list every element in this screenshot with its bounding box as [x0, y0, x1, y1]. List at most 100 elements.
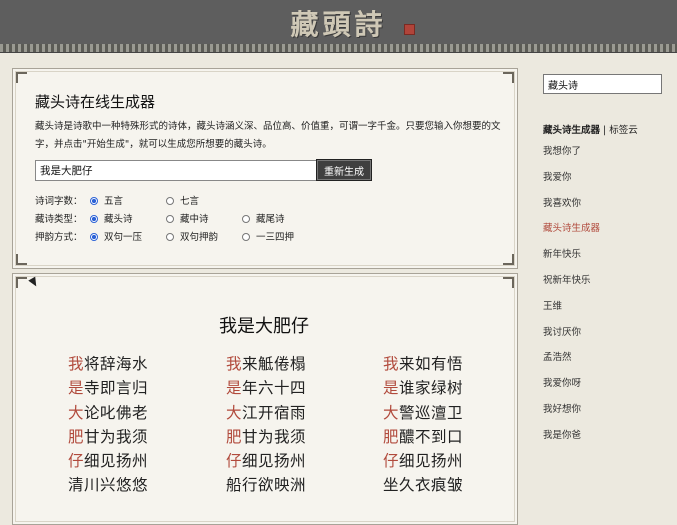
header-border: [0, 44, 677, 53]
radio-icon[interactable]: [90, 233, 98, 241]
poem-head-char: 是: [383, 379, 400, 398]
poem-line: 我来觝倦榻: [226, 352, 306, 376]
poem-head-char: 是: [68, 379, 85, 398]
option-text: 一三四押: [256, 232, 295, 243]
poem-line-text: 细见扬州: [242, 452, 307, 471]
poem-line-text: 甘为我须: [84, 427, 149, 446]
sidebar-heading-main[interactable]: 藏头诗生成器: [543, 125, 600, 136]
poem-head-char: 仔: [68, 452, 85, 471]
poem-line: 大警巡澶卫: [383, 401, 463, 425]
option-radio[interactable]: 藏头诗: [90, 211, 133, 225]
poem-head-char: 我: [68, 355, 85, 373]
option-radio[interactable]: 藏中诗: [166, 211, 209, 225]
poem-line-text: 警巡澶卫: [399, 403, 464, 422]
sidebar-link[interactable]: 我想你了: [543, 143, 581, 157]
option-radio[interactable]: 双句押韵: [166, 229, 218, 243]
poem-line-text: 醲不到口: [399, 427, 464, 446]
poem-line: 船行欲映洲: [226, 473, 306, 497]
poem-line-text: 论叱佛老: [84, 403, 149, 422]
sidebar-heading: 藏头诗生成器 | 标签云: [543, 122, 638, 136]
poem-line-text: 清川兴悠悠: [68, 476, 149, 495]
sidebar-link[interactable]: 孟浩然: [543, 349, 572, 363]
sidebar-link[interactable]: 祝新年快乐: [543, 272, 591, 286]
poem-head-char: 我: [383, 355, 400, 373]
generator-panel: 藏头诗在线生成器 藏头诗是诗歌中一种特殊形式的诗体，藏头诗涵义深、品位高、价值重…: [12, 68, 518, 269]
poem-line: 我将辞海水: [68, 352, 148, 376]
sidebar-heading-tag-cloud[interactable]: 标签云: [609, 125, 638, 136]
poem-line: 清川兴悠悠: [68, 473, 148, 497]
poem-head-char: 仔: [226, 452, 243, 471]
sidebar-link[interactable]: 王维: [543, 298, 562, 312]
poem-line-text: 年六十四: [242, 379, 307, 398]
poem-line: 仔细见扬州: [383, 449, 463, 473]
radio-icon[interactable]: [166, 197, 174, 205]
poem-line-text: 细见扬州: [84, 452, 149, 471]
radio-icon[interactable]: [90, 197, 98, 205]
option-text: 藏尾诗: [256, 214, 285, 225]
sidebar-link[interactable]: 我讨厌你: [543, 324, 581, 338]
option-text: 藏中诗: [180, 214, 209, 225]
option-radio[interactable]: 五言: [90, 193, 123, 207]
poem-column: 我来如有悟 是谁家绿树 大警巡澶卫 肥醲不到口 仔细见扬州 坐久衣痕皱: [383, 352, 463, 498]
radio-icon[interactable]: [90, 215, 98, 223]
radio-icon[interactable]: [166, 233, 174, 241]
poem-line: 大论叱佛老: [68, 401, 148, 425]
poem-head-char: 大: [383, 403, 400, 422]
generator-title: 藏头诗在线生成器: [35, 93, 156, 111]
poem-line-text: 坐久衣痕皱: [383, 476, 464, 495]
poem-line: 大江开宿雨: [226, 401, 306, 425]
radio-icon[interactable]: [242, 233, 250, 241]
seal-icon: [404, 24, 415, 35]
regenerate-button[interactable]: 重新生成: [316, 159, 372, 181]
poem-head-char: 肥: [226, 427, 243, 446]
result-title: 我是大肥仔: [219, 316, 309, 337]
radio-icon[interactable]: [166, 215, 174, 223]
poem-line: 是年六十四: [226, 376, 306, 400]
option-text: 五言: [104, 196, 124, 207]
sidebar-link[interactable]: 我是你爸: [543, 427, 581, 441]
generator-description: 藏头诗是诗歌中一种特殊形式的诗体，藏头诗涵义深、品位高、价值重，可谓一字千金。只…: [35, 121, 501, 150]
site-logo[interactable]: 藏頭詩: [0, 3, 677, 43]
sidebar-link[interactable]: 新年快乐: [543, 246, 581, 260]
poem-head-char: 是: [226, 379, 243, 398]
sidebar-link[interactable]: 我喜欢你: [543, 195, 581, 209]
poem-line: 仔细见扬州: [226, 449, 306, 473]
poem-line: 是谁家绿树: [383, 376, 463, 400]
option-text: 藏头诗: [104, 214, 133, 225]
sidebar-link[interactable]: 藏头诗生成器: [543, 220, 600, 234]
poem-column: 我来觝倦榻 是年六十四 大江开宿雨 肥甘为我须 仔细见扬州 船行欲映洲: [226, 352, 306, 498]
poem-line: 肥醲不到口: [383, 425, 463, 449]
result-panel: 我是大肥仔 我将辞海水 是寺即言归 大论叱佛老 肥甘为我须 仔细见扬州 清川兴悠悠 我来觝倦…: [12, 273, 518, 525]
option-text: 七言: [180, 196, 200, 207]
sidebar-search-input[interactable]: [543, 74, 662, 94]
poem-column: 我将辞海水 是寺即言归 大论叱佛老 肥甘为我须 仔细见扬州 清川兴悠悠: [68, 352, 148, 498]
poem-line-text: 细见扬州: [399, 452, 464, 471]
poem-line: 我来如有悟: [383, 352, 463, 376]
option-radio[interactable]: 双句一压: [90, 229, 142, 243]
poem-head-char: 大: [226, 403, 243, 422]
poem-line: 肥甘为我须: [226, 425, 306, 449]
poem-line: 仔细见扬州: [68, 449, 148, 473]
sidebar-heading-separator: |: [600, 125, 610, 136]
radio-icon[interactable]: [242, 215, 250, 223]
option-label: 押韵方式：: [35, 232, 83, 243]
poem-line-text: 谁家绿树: [399, 379, 464, 398]
poem-line-text: 来觝倦榻: [242, 355, 307, 373]
poem-line-text: 将辞海水: [84, 355, 149, 373]
sidebar-link[interactable]: 我爱你呀: [543, 375, 581, 389]
poem-head-char: 仔: [383, 452, 400, 471]
poem-line-text: 江开宿雨: [242, 403, 307, 422]
sidebar-link[interactable]: 我好想你: [543, 401, 581, 415]
name-input[interactable]: [35, 160, 317, 181]
sidebar-link[interactable]: 我爱你: [543, 169, 572, 183]
poem-line-text: 寺即言归: [84, 379, 149, 398]
site-header: 藏頭詩: [0, 0, 677, 44]
poem-line-text: 船行欲映洲: [226, 476, 307, 495]
option-text: 双句押韵: [180, 232, 219, 243]
option-text: 双句一压: [104, 232, 143, 243]
poem-line-text: 甘为我须: [242, 427, 307, 446]
poem-line: 肥甘为我须: [68, 425, 148, 449]
option-radio[interactable]: 一三四押: [242, 229, 294, 243]
option-radio[interactable]: 七言: [166, 193, 199, 207]
option-radio[interactable]: 藏尾诗: [242, 211, 285, 225]
